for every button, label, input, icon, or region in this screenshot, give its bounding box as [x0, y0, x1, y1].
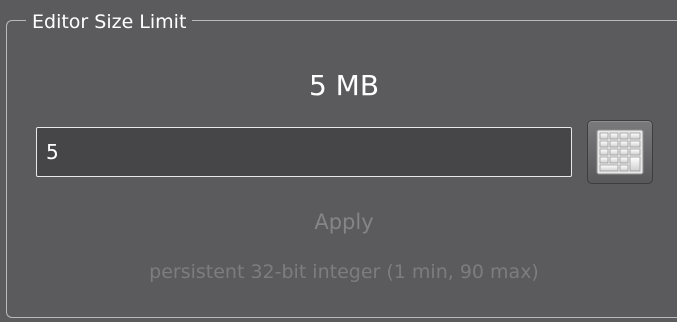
size-limit-input[interactable]	[36, 127, 572, 177]
range-hint: persistent 32-bit integer (1 min, 90 max…	[6, 259, 677, 285]
current-value-text: 5 MB	[308, 69, 380, 102]
keypad-button[interactable]	[587, 120, 653, 184]
group-title: Editor Size Limit	[26, 10, 193, 34]
keypad-icon	[596, 129, 644, 175]
range-hint-text: persistent 32-bit integer (1 min, 90 max…	[149, 261, 539, 283]
apply-button[interactable]: Apply	[6, 207, 677, 237]
apply-button-label: Apply	[314, 210, 374, 234]
current-value-display: 5 MB	[6, 68, 677, 104]
